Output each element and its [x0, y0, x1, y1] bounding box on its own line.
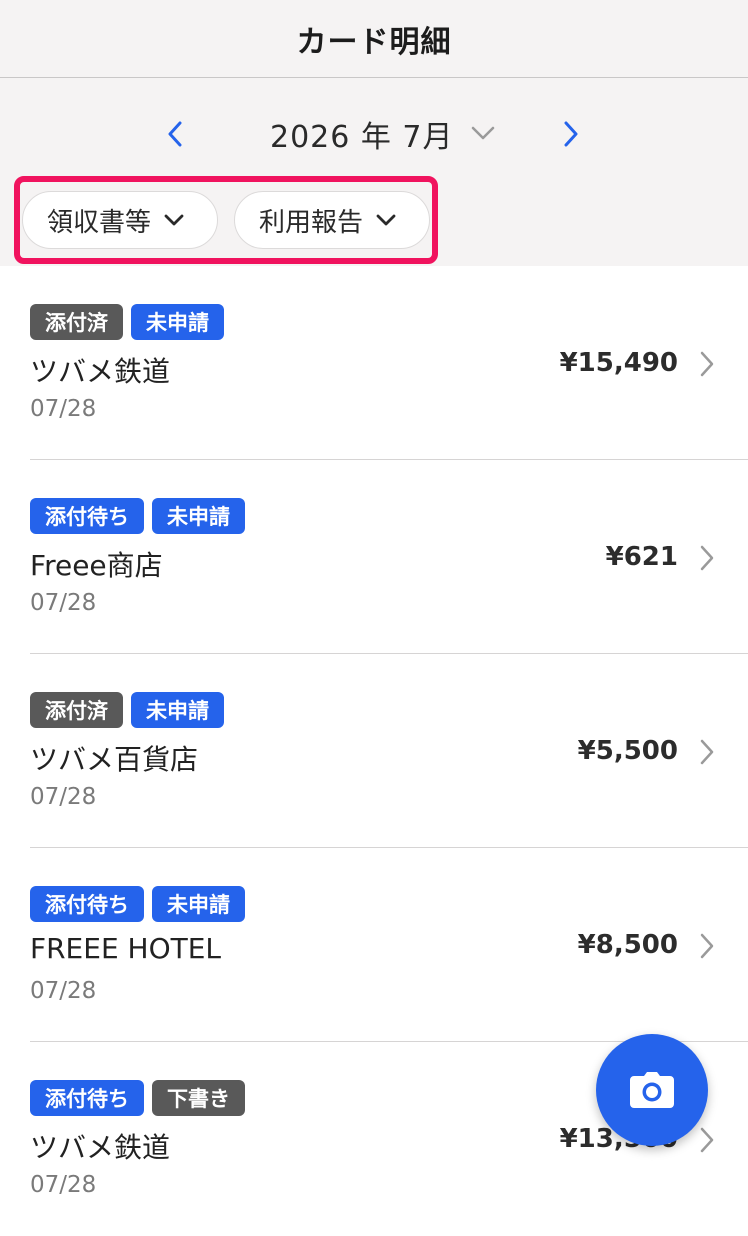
chevron-right-icon — [700, 933, 714, 959]
merchant-name: ツバメ鉄道 — [30, 1131, 171, 1164]
status-badges: 添付済 未申請 — [30, 692, 224, 728]
usage-report-filter-label: 利用報告 — [259, 207, 364, 238]
chevron-left-icon[interactable] — [158, 116, 194, 152]
transaction-date: 07/28 — [30, 784, 97, 810]
status-badges: 添付待ち 未申請 — [30, 886, 245, 922]
camera-icon — [630, 1072, 674, 1108]
status-badge: 未申請 — [152, 886, 245, 922]
transaction-row[interactable]: 添付待ち 未申請 FREEE HOTEL 07/28 ¥8,500 — [0, 848, 748, 1042]
status-badges: 添付待ち 下書き — [30, 1080, 245, 1116]
status-badge: 下書き — [152, 1080, 245, 1116]
transaction-date: 07/28 — [30, 396, 97, 422]
camera-button[interactable] — [596, 1034, 708, 1146]
chevron-right-icon — [700, 351, 714, 377]
status-badge: 未申請 — [152, 498, 245, 534]
transaction-row[interactable]: 添付待ち 未申請 Freee商店 07/28 ¥621 — [0, 460, 748, 654]
status-badges: 添付待ち 未申請 — [30, 498, 245, 534]
transaction-date: 07/28 — [30, 978, 97, 1004]
usage-report-filter-button[interactable]: 利用報告 — [234, 191, 430, 249]
app-header: カード明細 — [0, 0, 748, 78]
status-badge: 添付待ち — [30, 1080, 144, 1116]
merchant-name: FREEE HOTEL — [30, 932, 222, 965]
chevron-right-icon — [700, 545, 714, 571]
transaction-date: 07/28 — [30, 1172, 97, 1198]
receipt-filter-label: 領収書等 — [47, 207, 152, 238]
merchant-name: ツバメ鉄道 — [30, 355, 171, 388]
chevron-down-icon — [376, 214, 396, 226]
status-badges: 添付済 未申請 — [30, 304, 224, 340]
page-title: カード明細 — [296, 24, 452, 60]
filter-area: 2026 年 7月 領収書等 利用報告 — [0, 78, 748, 266]
transaction-amount: ¥621 — [605, 542, 678, 572]
merchant-name: ツバメ百貨店 — [30, 743, 199, 776]
status-badge: 未申請 — [131, 304, 224, 340]
month-navigator: 2026 年 7月 — [0, 78, 748, 188]
status-badge: 添付済 — [30, 692, 123, 728]
merchant-name: Freee商店 — [30, 549, 163, 582]
status-badge: 未申請 — [131, 692, 224, 728]
transaction-row[interactable]: 添付済 未申請 ツバメ鉄道 07/28 ¥15,490 — [0, 266, 748, 460]
chevron-down-icon — [164, 214, 184, 226]
transaction-date: 07/28 — [30, 590, 97, 616]
status-badge: 添付待ち — [30, 498, 144, 534]
chevron-right-icon[interactable] — [552, 116, 588, 152]
chevron-down-icon[interactable] — [466, 118, 500, 148]
transaction-row[interactable]: 添付済 未申請 ツバメ百貨店 07/28 ¥5,500 — [0, 654, 748, 848]
receipt-filter-button[interactable]: 領収書等 — [22, 191, 218, 249]
transaction-amount: ¥15,490 — [559, 348, 678, 378]
chevron-right-icon — [700, 1127, 714, 1153]
month-label[interactable]: 2026 年 7月 — [270, 112, 454, 156]
chevron-right-icon — [700, 739, 714, 765]
status-badge: 添付待ち — [30, 886, 144, 922]
status-badge: 添付済 — [30, 304, 123, 340]
transaction-amount: ¥5,500 — [577, 736, 678, 766]
transaction-amount: ¥8,500 — [577, 930, 678, 960]
